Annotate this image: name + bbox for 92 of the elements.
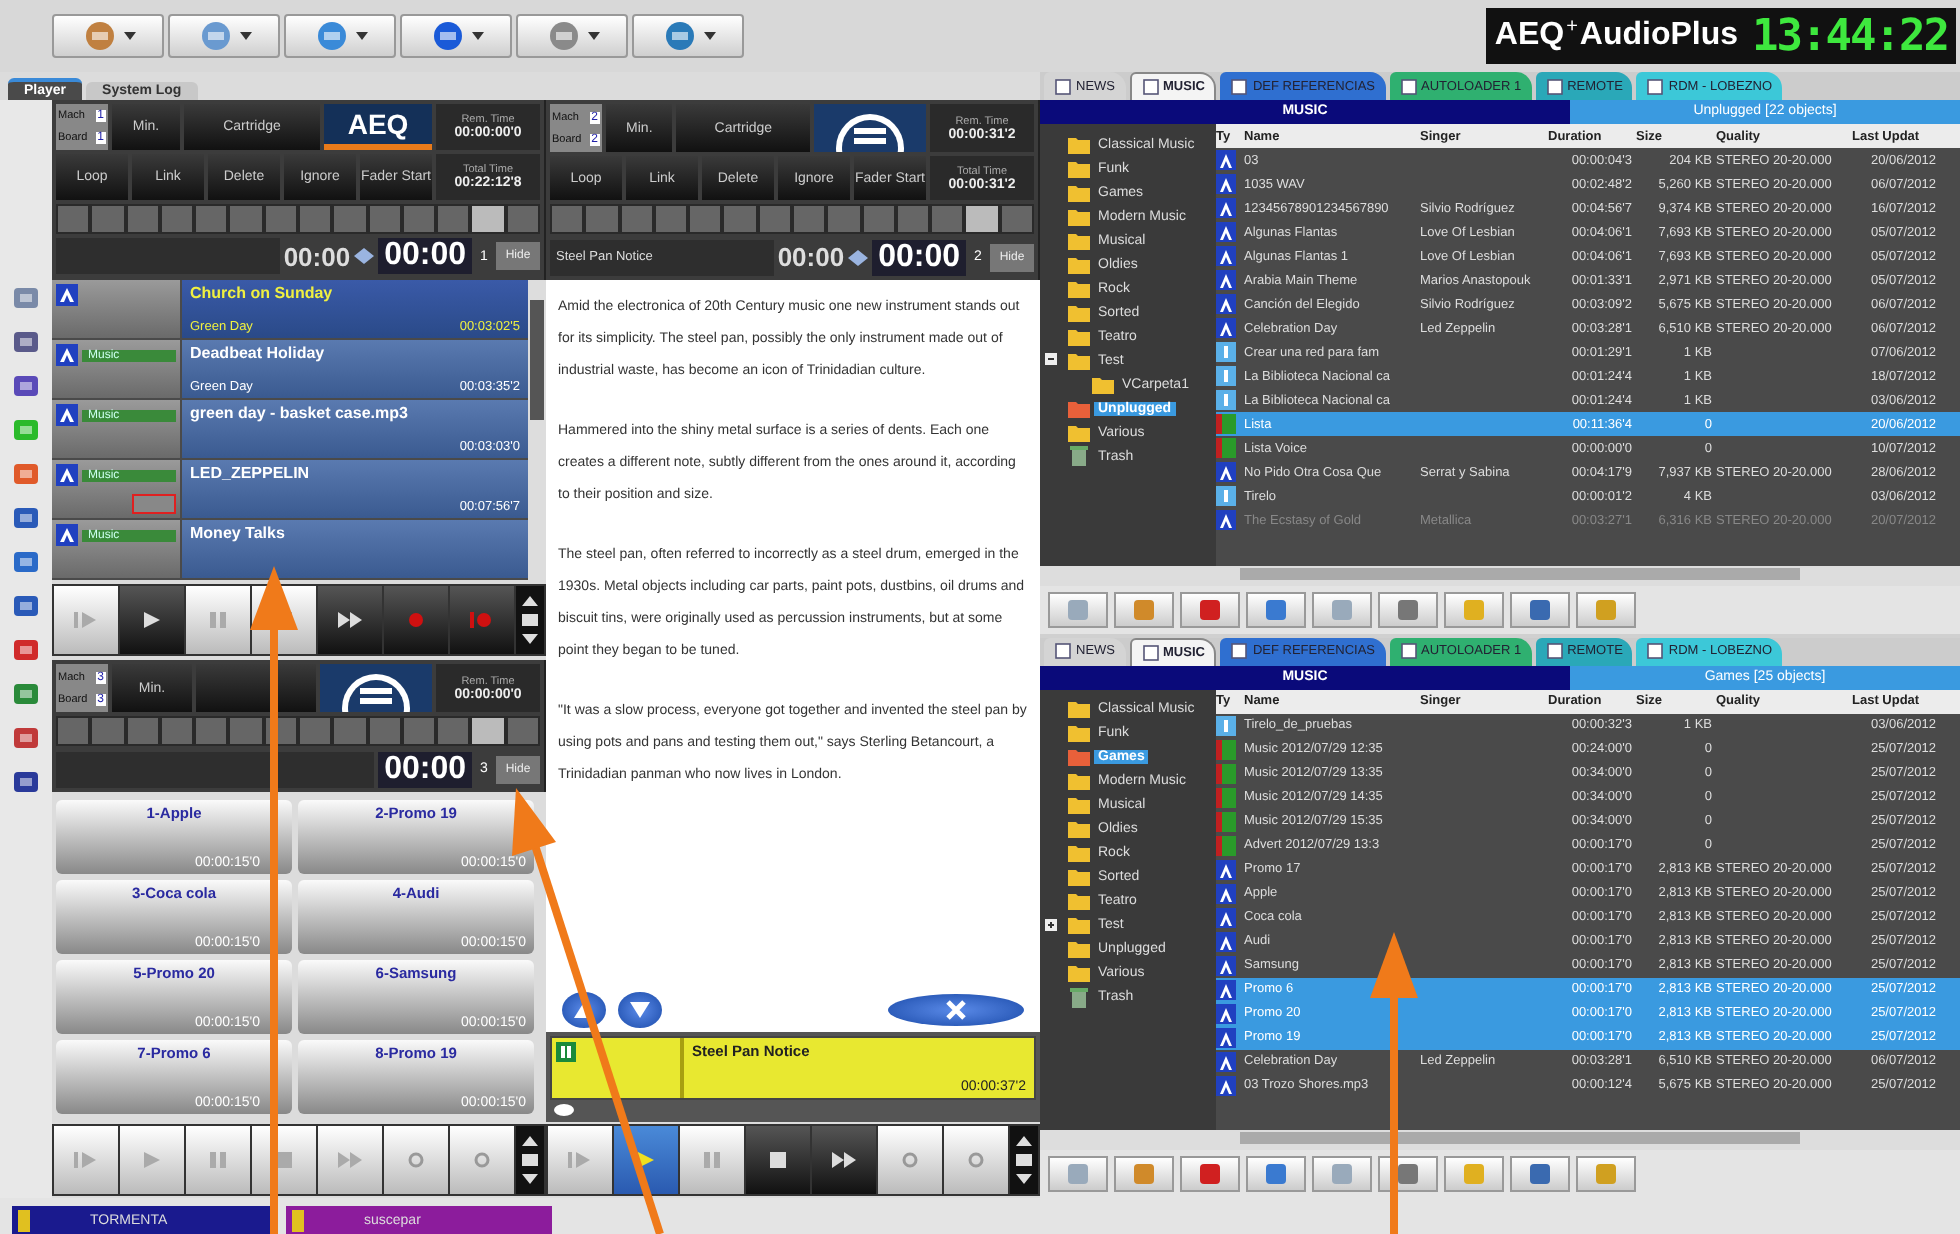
toolbar-button[interactable] — [1312, 591, 1372, 627]
elapsed-time: 00:00 — [283, 241, 351, 272]
diamond-icon — [354, 248, 375, 265]
toolbar-button[interactable] — [1378, 591, 1438, 627]
tab-icon — [1399, 77, 1417, 95]
transport-button[interactable] — [318, 586, 382, 654]
audio-icon — [56, 464, 78, 486]
caret-icon — [703, 32, 715, 40]
countdown-time: 00:00 — [872, 239, 966, 276]
elapsed-time: 00:00 — [777, 242, 845, 273]
tab-icon — [1230, 642, 1249, 660]
scrollbar[interactable] — [528, 280, 546, 580]
toolbar-button[interactable] — [1576, 1156, 1636, 1192]
toolbar-dropdown-button[interactable] — [516, 14, 628, 58]
scrollbar[interactable] — [1040, 565, 1960, 585]
toolbar-dropdown-button[interactable] — [400, 14, 512, 58]
logo-plus: + — [1566, 16, 1578, 38]
tab-icon — [1054, 642, 1072, 660]
audio-icon — [56, 524, 78, 546]
toolbar-button[interactable] — [1180, 1156, 1240, 1192]
diamond-icon — [848, 249, 869, 266]
transport-button[interactable] — [120, 586, 184, 654]
move-down-button[interactable] — [618, 992, 662, 1028]
brand-logo: AEQ — [324, 104, 432, 150]
expander-icon[interactable] — [1044, 352, 1058, 366]
fast-forward-icon — [336, 1150, 364, 1170]
toolbar-button[interactable] — [1510, 1156, 1570, 1192]
toolbar-button[interactable] — [1114, 591, 1174, 627]
transport-button[interactable] — [812, 1126, 876, 1194]
toolbar-button[interactable] — [1048, 1156, 1108, 1192]
track-title: Deadbeat Holiday — [190, 344, 327, 362]
skip-icon — [72, 610, 100, 630]
toolbar-dropdown-button[interactable] — [632, 14, 744, 58]
product-name: AudioPlus — [1579, 18, 1739, 54]
trash-icon — [1068, 987, 1090, 1007]
audio-icon — [56, 284, 78, 306]
toolbar-button[interactable] — [1576, 591, 1636, 627]
tab-icon — [1230, 77, 1249, 95]
brand-logo: AEQ — [1494, 18, 1565, 54]
tab-icon — [1054, 77, 1072, 95]
toolbar-button[interactable] — [1048, 591, 1108, 627]
tab-icon — [1545, 642, 1564, 660]
toolbar-dropdown-button[interactable] — [284, 14, 396, 58]
skip-icon — [566, 1150, 594, 1170]
warning-marker — [132, 494, 176, 514]
tab-icon — [1141, 78, 1159, 96]
fast-forward-icon — [830, 1150, 858, 1170]
audio-icon — [56, 344, 78, 366]
toolbar-button[interactable] — [1114, 1156, 1174, 1192]
toolbar-button[interactable] — [1444, 1156, 1504, 1192]
countdown-time: 00:00 — [378, 751, 472, 788]
caret-icon — [587, 32, 599, 40]
track-title: green day - basket case.mp3 — [190, 404, 410, 422]
countdown-time: 00:00 — [378, 238, 472, 275]
player-button[interactable] — [196, 664, 316, 712]
skip-icon — [72, 1150, 100, 1170]
caret-icon — [355, 32, 367, 40]
scroll-arrows[interactable] — [516, 1126, 544, 1194]
scroll-arrows[interactable] — [516, 586, 544, 654]
flag-icon — [18, 1209, 30, 1231]
tab-icon — [1646, 642, 1665, 660]
toolbar-button[interactable] — [1510, 591, 1570, 627]
transport-button[interactable] — [746, 1126, 810, 1194]
caret-icon — [239, 32, 251, 40]
scroll-arrows[interactable] — [1010, 1126, 1038, 1194]
toolbar-dropdown-button[interactable] — [168, 14, 280, 58]
tab-icon — [1545, 77, 1564, 95]
track-title: Money Talks — [190, 524, 287, 542]
close-icon — [946, 1000, 966, 1020]
toolbar-button[interactable] — [1180, 591, 1240, 627]
record-icon — [468, 610, 496, 630]
track-title: LED_ZEPPELIN — [190, 464, 312, 482]
expander-icon[interactable] — [1044, 917, 1058, 931]
toolbar-button[interactable] — [1312, 1156, 1372, 1192]
audio-icon — [56, 404, 78, 426]
tab-icon — [1399, 642, 1417, 660]
tab-icon — [1141, 643, 1159, 661]
scrollbar[interactable] — [1040, 1130, 1960, 1150]
toolbar-button[interactable] — [1444, 591, 1504, 627]
fast-forward-icon — [336, 610, 364, 630]
toolbar-dropdown-button[interactable] — [52, 14, 164, 58]
tab-icon — [1646, 77, 1665, 95]
stop-icon — [764, 1150, 792, 1170]
toolbar-button[interactable] — [1246, 591, 1306, 627]
flag-icon — [292, 1209, 304, 1231]
trash-icon — [1068, 446, 1090, 466]
caret-icon — [471, 32, 483, 40]
clock: 13:44:22 — [1752, 11, 1948, 61]
track-title: Church on Sunday — [190, 284, 335, 302]
toolbar-button[interactable] — [1246, 1156, 1306, 1192]
caret-icon — [123, 32, 135, 40]
down-icon — [630, 1002, 650, 1018]
